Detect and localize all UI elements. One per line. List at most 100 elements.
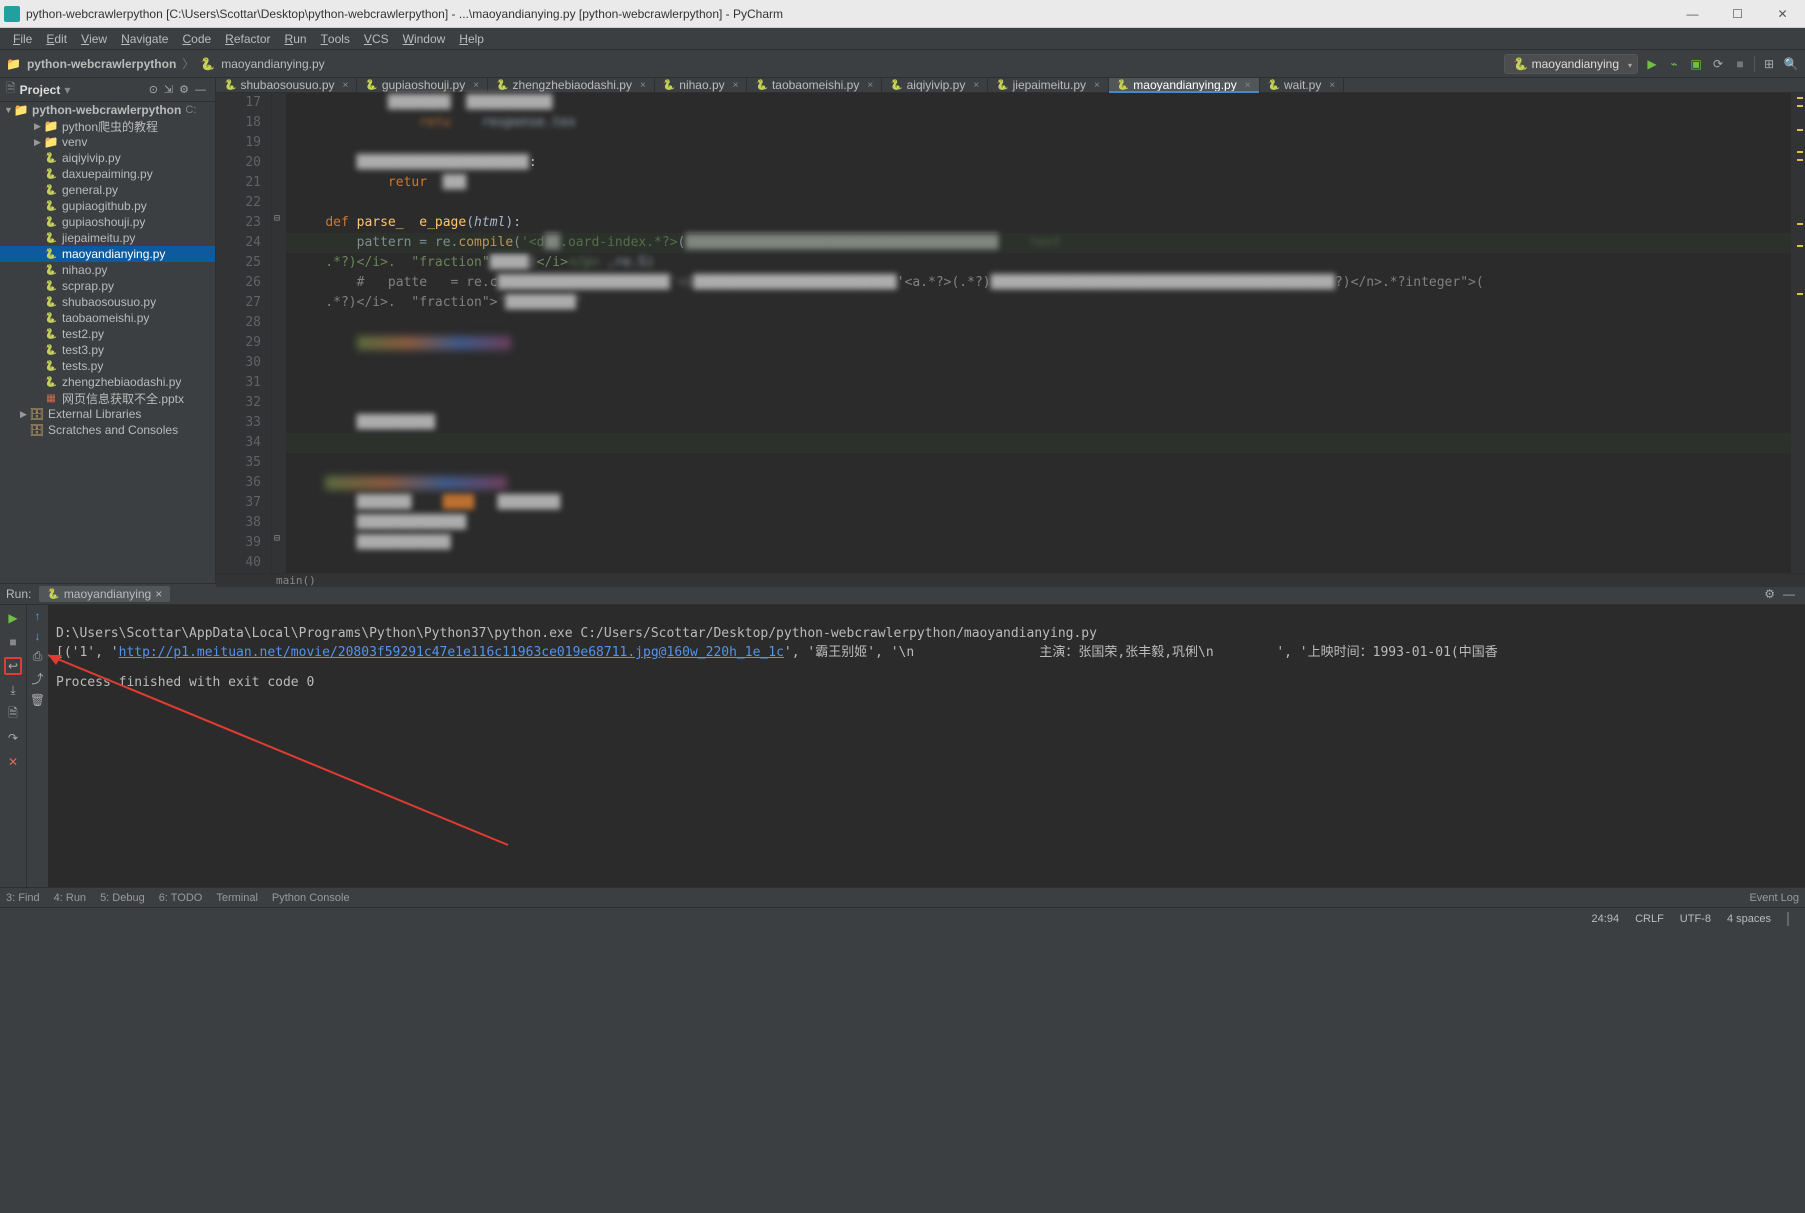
close-icon[interactable]: × xyxy=(867,80,873,91)
debug-button[interactable]: ⌁ xyxy=(1666,56,1682,72)
status-line-separator[interactable]: CRLF xyxy=(1627,913,1672,925)
stop-button[interactable]: ■ xyxy=(4,633,22,651)
project-scope-icon[interactable]: 🗎 xyxy=(6,79,16,100)
project-panel-title[interactable]: Project xyxy=(20,83,61,97)
toolwindow-button-5-Debug[interactable]: 5: Debug xyxy=(100,892,145,904)
tree-item-tests-py[interactable]: 🐍tests.py xyxy=(0,358,215,374)
menu-navigate[interactable]: Navigate xyxy=(114,28,175,49)
close-icon[interactable]: × xyxy=(1245,80,1251,91)
toolwindow-button-6-TODO[interactable]: 6: TODO xyxy=(159,892,203,904)
clear-all-button[interactable]: ↷ xyxy=(4,729,22,747)
up-button[interactable]: ↑ xyxy=(35,609,41,623)
menu-run[interactable]: Run xyxy=(278,28,314,49)
breadcrumb-project[interactable]: python-webcrawlerpython xyxy=(27,57,176,71)
editor-tab-taobaomeishi-py[interactable]: 🐍taobaomeishi.py× xyxy=(747,78,882,92)
editor-tab-gupiaoshouji-py[interactable]: 🐍gupiaoshouji.py× xyxy=(357,78,488,92)
project-root[interactable]: ▼ 📁 python-webcrawlerpython C: xyxy=(0,102,215,118)
menu-edit[interactable]: Edit xyxy=(39,28,74,49)
tree-item-zhengzhebiaodashi-py[interactable]: 🐍zhengzhebiaodashi.py xyxy=(0,374,215,390)
tree-item-daxuepaiming-py[interactable]: 🐍daxuepaiming.py xyxy=(0,166,215,182)
menu-window[interactable]: Window xyxy=(396,28,453,49)
rerun-button[interactable]: ▶ xyxy=(4,609,22,627)
close-icon[interactable]: × xyxy=(343,80,349,91)
editor-tab-aiqiyivip-py[interactable]: 🐍aiqiyivip.py× xyxy=(882,78,988,92)
toolwindow-button-Python-Console[interactable]: Python Console xyxy=(272,892,350,904)
editor-gutter[interactable]: 1718192021222324252627282930313233343536… xyxy=(216,93,272,573)
editor-tab-zhengzhebiaodashi-py[interactable]: 🐍zhengzhebiaodashi.py× xyxy=(488,78,655,92)
tree-item-Scratches-and-Consoles[interactable]: 🗄Scratches and Consoles xyxy=(0,422,215,438)
trash-button[interactable]: 🗑 xyxy=(30,693,45,707)
breadcrumb[interactable]: 📁 python-webcrawlerpython 〉 🐍 maoyandian… xyxy=(6,55,1504,72)
editor-code-area[interactable]: ████████ ███████████ retu response.tex █… xyxy=(286,93,1791,573)
menu-view[interactable]: View xyxy=(74,28,114,49)
project-tree[interactable]: ▼ 📁 python-webcrawlerpython C: ▶📁python爬… xyxy=(0,102,215,438)
chevron-down-icon[interactable]: ▾ xyxy=(64,83,70,97)
run-coverage-button[interactable]: ▣ xyxy=(1688,56,1704,72)
down-button[interactable]: ↓ xyxy=(35,629,41,643)
attach-button[interactable]: ⟳ xyxy=(1710,56,1726,72)
menu-tools[interactable]: Tools xyxy=(314,28,357,49)
tree-item-External-Libraries[interactable]: ▶🗄External Libraries xyxy=(0,406,215,422)
export-button[interactable]: ⤴ xyxy=(31,670,43,687)
status-indent[interactable]: 4 spaces xyxy=(1719,913,1779,925)
tree-item-venv[interactable]: ▶📁venv xyxy=(0,134,215,150)
print-button[interactable]: 🗎 xyxy=(4,705,22,723)
tree-item-python-[interactable]: ▶📁python爬虫的教程 xyxy=(0,118,215,134)
menu-refactor[interactable]: Refactor xyxy=(218,28,277,49)
editor-tab-jiepaimeitu-py[interactable]: 🐍jiepaimeitu.py× xyxy=(988,78,1109,92)
scroll-to-end-button[interactable]: ⤓ xyxy=(4,681,22,699)
editor-breadcrumbs[interactable]: main() xyxy=(216,573,1805,587)
toolwindow-button-4-Run[interactable]: 4: Run xyxy=(54,892,86,904)
collapse-all-icon[interactable]: ⇲ xyxy=(161,83,176,96)
fold-gutter[interactable]: ⊟⊟ xyxy=(272,93,286,573)
menu-help[interactable]: Help xyxy=(452,28,491,49)
fold-toggle-icon[interactable]: ⊟ xyxy=(274,533,280,544)
pin-button[interactable]: ⎙ xyxy=(33,649,43,664)
breadcrumb-file[interactable]: maoyandianying.py xyxy=(221,57,324,71)
tree-item-shubaosousuo-py[interactable]: 🐍shubaosousuo.py xyxy=(0,294,215,310)
search-everywhere-button[interactable]: 🔍 xyxy=(1783,56,1799,72)
tree-item-taobaomeishi-py[interactable]: 🐍taobaomeishi.py xyxy=(0,310,215,326)
tree-item-test3-py[interactable]: 🐍test3.py xyxy=(0,342,215,358)
fold-toggle-icon[interactable]: ⊟ xyxy=(274,213,280,224)
tree-item--pptx[interactable]: ▦网页信息获取不全.pptx xyxy=(0,390,215,406)
close-button[interactable]: ✕ xyxy=(4,753,22,771)
status-encoding[interactable]: UTF-8 xyxy=(1672,913,1719,925)
close-icon[interactable]: × xyxy=(473,80,479,91)
toolwindow-button-3-Find[interactable]: 3: Find xyxy=(6,892,40,904)
editor-tab-nihao-py[interactable]: 🐍nihao.py× xyxy=(655,78,748,92)
menu-code[interactable]: Code xyxy=(175,28,218,49)
run-panel-tab[interactable]: 🐍 maoyandianying × xyxy=(39,586,170,602)
run-config-selector[interactable]: 🐍 maoyandianying ▾ xyxy=(1504,54,1638,74)
close-icon[interactable]: × xyxy=(1329,80,1335,91)
tree-item-nihao-py[interactable]: 🐍nihao.py xyxy=(0,262,215,278)
menu-vcs[interactable]: VCS xyxy=(357,28,396,49)
tree-item-maoyandianying-py[interactable]: 🐍maoyandianying.py xyxy=(0,246,215,262)
toolwindow-button-Event-Log[interactable]: Event Log xyxy=(1749,892,1799,904)
window-maximize-button[interactable]: ☐ xyxy=(1715,0,1760,28)
update-project-button[interactable]: ⊞ xyxy=(1761,56,1777,72)
close-icon[interactable]: × xyxy=(640,80,646,91)
tree-item-test2-py[interactable]: 🐍test2.py xyxy=(0,326,215,342)
gear-icon[interactable]: ⚙ xyxy=(176,83,192,96)
hide-panel-icon[interactable]: — xyxy=(192,84,209,96)
hide-panel-icon[interactable]: — xyxy=(1779,587,1799,601)
tree-item-jiepaimeitu-py[interactable]: 🐍jiepaimeitu.py xyxy=(0,230,215,246)
tree-item-aiqiyivip-py[interactable]: 🐍aiqiyivip.py xyxy=(0,150,215,166)
close-icon[interactable]: × xyxy=(733,80,739,91)
window-minimize-button[interactable]: — xyxy=(1670,0,1715,28)
status-position[interactable]: 24:94 xyxy=(1584,913,1628,925)
editor-tab-maoyandianying-py[interactable]: 🐍maoyandianying.py× xyxy=(1109,78,1260,92)
toolwindow-button-Terminal[interactable]: Terminal xyxy=(216,892,258,904)
run-button[interactable]: ▶ xyxy=(1644,56,1660,72)
tree-item-gupiaogithub-py[interactable]: 🐍gupiaogithub.py xyxy=(0,198,215,214)
gear-icon[interactable]: ⚙ xyxy=(1760,587,1779,601)
close-icon[interactable]: × xyxy=(973,80,979,91)
window-close-button[interactable]: ✕ xyxy=(1760,0,1805,28)
close-icon[interactable]: × xyxy=(1094,80,1100,91)
scroll-from-source-icon[interactable]: ⊙ xyxy=(146,83,161,96)
tree-item-general-py[interactable]: 🐍general.py xyxy=(0,182,215,198)
tree-item-gupiaoshouji-py[interactable]: 🐍gupiaoshouji.py xyxy=(0,214,215,230)
stop-button[interactable]: ■ xyxy=(1732,56,1748,72)
close-icon[interactable]: × xyxy=(155,587,162,601)
